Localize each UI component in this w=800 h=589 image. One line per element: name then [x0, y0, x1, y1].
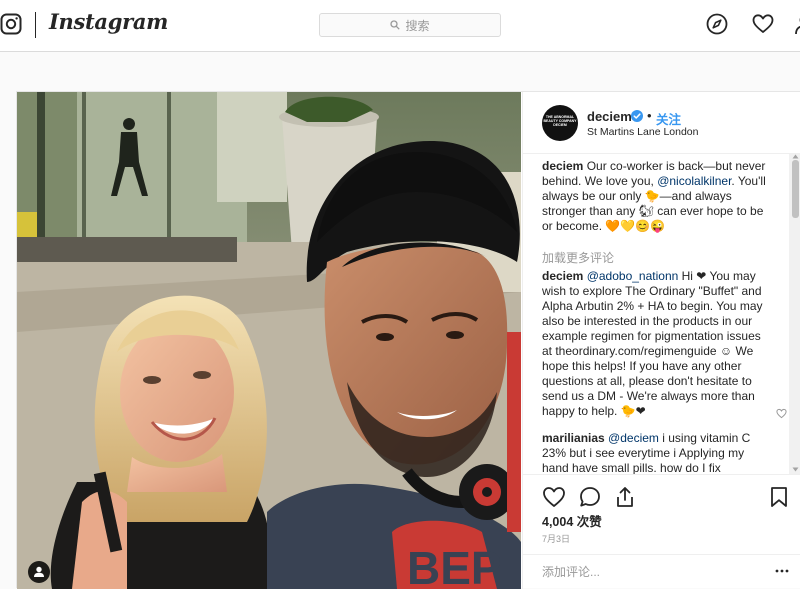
search-box[interactable]: 搜索: [319, 13, 501, 37]
add-comment-section: [523, 554, 800, 589]
heart-icon[interactable]: [752, 13, 774, 35]
scroll-up-arrow-icon[interactable]: [792, 154, 799, 159]
post-sidebar: THE ABNORMAL BEAUTY COMPANY DECIEM decie…: [522, 92, 800, 589]
tagged-users-button[interactable]: [28, 561, 50, 583]
instagram-wordmark[interactable]: Instagram: [49, 9, 168, 34]
caption-mention[interactable]: @nicolalkilner: [657, 174, 731, 188]
selfie-photo-illustration: BEP: [17, 92, 521, 589]
comment-mention[interactable]: @deciem: [608, 431, 659, 445]
save-bookmark-icon[interactable]: [767, 485, 791, 509]
search-icon: [390, 20, 401, 30]
scroll-down-arrow-icon[interactable]: [792, 467, 799, 472]
separator-dot: •: [647, 108, 652, 123]
author-username[interactable]: deciem: [587, 109, 632, 124]
avatar-text: THE ABNORMAL BEAUTY COMPANY DECIEM: [543, 115, 577, 128]
post-location[interactable]: St Martins Lane London: [587, 126, 699, 138]
shirt-print: BEP: [407, 542, 502, 589]
scrollbar-thumb[interactable]: [792, 160, 799, 218]
caption-username[interactable]: deciem: [542, 159, 583, 173]
share-icon[interactable]: [613, 485, 637, 509]
post-date[interactable]: 7月3日: [542, 532, 570, 545]
load-more-comments[interactable]: 加载更多评论: [542, 249, 614, 266]
comment-mention[interactable]: @adobo_nationn: [587, 269, 679, 283]
explore-compass-icon[interactable]: [706, 13, 728, 35]
post-photo[interactable]: BEP: [17, 92, 521, 589]
post-card: BEP THE ABNORMAL BEAUTY COMPANY DECIEM d…: [16, 91, 800, 589]
comment-item: deciem @adobo_nationn Hi ❤ You may wish …: [542, 269, 772, 419]
user-tag-icon: [34, 566, 44, 577]
search-placeholder: 搜索: [405, 18, 430, 33]
add-comment-input[interactable]: [542, 563, 762, 581]
comment-bubble-icon[interactable]: [578, 485, 602, 509]
more-options-icon[interactable]: [774, 563, 790, 579]
comment-username[interactable]: marilianias: [542, 431, 605, 445]
comment-username[interactable]: deciem: [542, 269, 583, 283]
instagram-camera-icon[interactable]: [0, 13, 22, 35]
post-actions: [523, 474, 800, 510]
logo-divider: [35, 12, 36, 38]
like-heart-icon[interactable]: [542, 485, 566, 509]
author-avatar[interactable]: THE ABNORMAL BEAUTY COMPANY DECIEM: [542, 105, 578, 141]
profile-icon[interactable]: [794, 13, 800, 35]
caption: deciem Our co-worker is back—but never b…: [542, 159, 772, 234]
top-navigation-bar: Instagram 搜索: [0, 0, 800, 52]
like-count[interactable]: 4,004 次赞: [542, 511, 602, 530]
comment-item: marilianias @deciem i using vitamin C 23…: [542, 431, 772, 474]
comment-text: Hi ❤ You may wish to explore The Ordinar…: [542, 269, 763, 418]
verified-badge-icon: [631, 110, 643, 122]
comments-list[interactable]: deciem Our co-worker is back—but never b…: [523, 154, 800, 474]
comment-like-heart-icon[interactable]: [776, 408, 787, 419]
post-header: THE ABNORMAL BEAUTY COMPANY DECIEM decie…: [523, 92, 800, 154]
